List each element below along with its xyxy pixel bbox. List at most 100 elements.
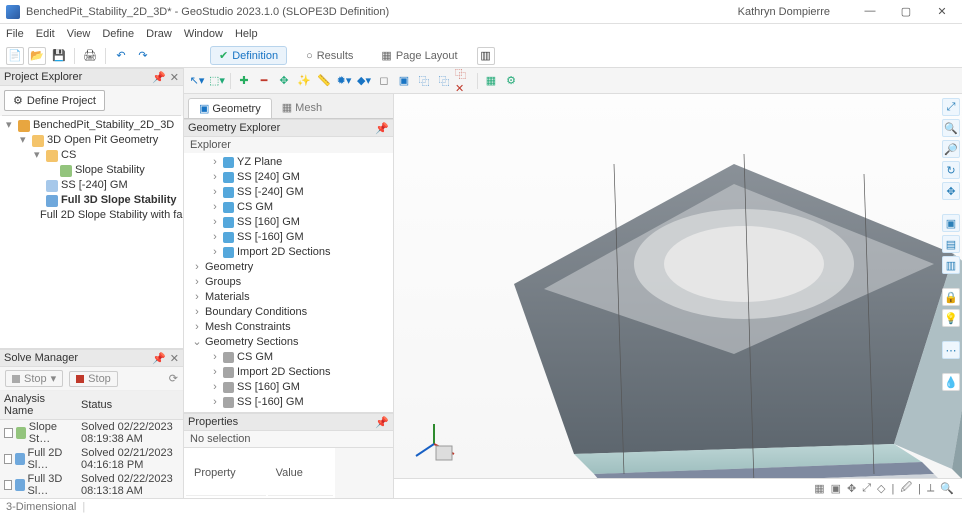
pin-icon[interactable]: 📌 — [152, 71, 166, 84]
pin-icon[interactable]: 📌 — [152, 352, 166, 365]
new-button[interactable]: 📄 — [6, 47, 24, 65]
view-icon[interactable]: ▣ — [942, 214, 960, 232]
sb-icon[interactable]: 🔍 — [940, 482, 954, 495]
explode-icon[interactable]: ✹▾ — [335, 72, 353, 90]
sb-icon[interactable]: ⤢ — [862, 482, 871, 495]
tab-page-layout[interactable]: ▦Page Layout — [372, 46, 466, 65]
geometry-tree-item[interactable]: ›CS GM — [192, 200, 389, 215]
checkbox[interactable] — [4, 480, 12, 490]
menu-view[interactable]: View — [67, 28, 91, 40]
geometry-tree-item[interactable]: ›YZ Plane — [192, 155, 389, 170]
geometry-tree-item[interactable]: ›SS [-160] GM — [192, 395, 389, 410]
grid-icon[interactable]: ▦ — [482, 72, 500, 90]
geometry-tree-item[interactable]: ›Import 2D Sections — [192, 245, 389, 260]
stop-button[interactable]: Stop▾ — [5, 370, 63, 387]
geometry-tree-item[interactable]: ›SS [-160] GM — [192, 230, 389, 245]
sb-icon[interactable]: ✥ — [847, 482, 856, 495]
view-icon[interactable]: ▤ — [942, 235, 960, 253]
print-button[interactable]: 🖨 — [81, 47, 99, 65]
pin-icon[interactable]: 📌 — [375, 122, 389, 135]
geometry-tree-item[interactable]: ›Import 2D Sections — [192, 365, 389, 380]
menu-help[interactable]: Help — [235, 28, 258, 40]
undo-button[interactable]: ↶ — [112, 47, 130, 65]
solve-col-status[interactable]: Status — [77, 391, 183, 420]
menu-edit[interactable]: Edit — [36, 28, 55, 40]
layer-icon[interactable]: ◆▾ — [355, 72, 373, 90]
geometry-tree-item[interactable]: ›SS [-240] GM — [192, 185, 389, 200]
light-icon[interactable]: 💡 — [942, 309, 960, 327]
maximize-button[interactable]: ▢ — [892, 5, 920, 18]
close-panel-icon[interactable]: ✕ — [170, 352, 179, 365]
paste-icon[interactable]: ⿻ — [435, 72, 453, 90]
save-button[interactable]: 💾 — [50, 47, 68, 65]
tab-geometry[interactable]: ▣Geometry — [188, 98, 272, 118]
axis-gizmo[interactable] — [410, 420, 458, 468]
geometry-tree-item[interactable]: ›Materials — [192, 290, 389, 305]
tree-item[interactable]: Slope Stability — [48, 163, 179, 178]
tree-item[interactable]: ▾3D Open Pit Geometry — [20, 133, 179, 148]
geometry-tree-item[interactable]: ›SS [160] GM — [192, 215, 389, 230]
sb-icon[interactable]: ▦ — [814, 482, 824, 495]
geometry-tree-item[interactable]: ⌄Geometry Sections — [192, 335, 389, 350]
plus-icon[interactable]: ✚ — [235, 72, 253, 90]
copy-icon[interactable]: ⿻ — [415, 72, 433, 90]
solve-col-name[interactable]: Analysis Name — [0, 391, 77, 420]
solve-row[interactable]: Slope St…Solved 02/22/2023 08:19:38 AM — [0, 420, 183, 447]
geometry-tree-item[interactable]: ›Geometry — [192, 260, 389, 275]
pan-icon[interactable]: ✥ — [942, 182, 960, 200]
sb-icon[interactable]: ⟂ — [927, 482, 934, 495]
tab-definition[interactable]: ✔Definition — [210, 46, 287, 65]
box-icon[interactable]: ▣ — [395, 72, 413, 90]
menu-file[interactable]: File — [6, 28, 24, 40]
define-project-button[interactable]: ⚙ Define Project — [4, 90, 105, 111]
close-panel-icon[interactable]: ✕ — [170, 71, 179, 84]
solve-row[interactable]: Full 2D Sl…Solved 02/21/2023 04:16:18 PM — [0, 446, 183, 472]
tree-item[interactable]: SS [-240] GM — [34, 178, 179, 193]
tool-icon[interactable]: ⬚▾ — [208, 72, 226, 90]
zoom-out-icon[interactable]: 🔎 — [942, 140, 960, 158]
tree-item[interactable]: Full 2D Slope Stability with fault — [34, 208, 179, 223]
geometry-tree-item[interactable]: ›Groups — [192, 275, 389, 290]
stop-button-red[interactable]: Stop — [69, 371, 118, 387]
open-button[interactable]: 📂 — [28, 47, 46, 65]
sb-icon[interactable]: ◇ — [877, 482, 885, 495]
more-icon[interactable]: ⋯ — [942, 341, 960, 359]
ruler-icon[interactable]: 📏 — [315, 72, 333, 90]
extra-button[interactable]: ▥ — [477, 47, 495, 65]
tree-item[interactable]: ▾CS — [34, 148, 179, 163]
delete-icon[interactable]: ⿻✕ — [455, 72, 473, 90]
tree-item-active[interactable]: Full 3D Slope Stability — [34, 193, 179, 208]
menu-window[interactable]: Window — [184, 28, 223, 40]
drop-icon[interactable]: 💧 — [942, 373, 960, 391]
menu-draw[interactable]: Draw — [146, 28, 172, 40]
solve-row[interactable]: Full 3D Sl…Solved 02/22/2023 08:13:18 AM — [0, 472, 183, 498]
geometry-tree-item[interactable]: ›SS [240] GM — [192, 170, 389, 185]
3d-viewport[interactable]: ⤢ 🔍 🔎 ↻ ✥ ▣ ▤ ▥ 🔒 💡 ⋯ — [394, 94, 962, 478]
sb-icon[interactable]: | — [918, 483, 921, 495]
rotate-icon[interactable]: ↻ — [942, 161, 960, 179]
lock-icon[interactable]: 🔒 — [942, 288, 960, 306]
pin-icon[interactable]: 📌 — [375, 416, 389, 429]
project-tree[interactable]: ▾BenchedPit_Stability_2D_3D ▾3D Open Pit… — [0, 116, 183, 348]
geometry-tree-item[interactable]: ›SS [160] GM — [192, 380, 389, 395]
cube-icon[interactable]: ◻ — [375, 72, 393, 90]
sb-icon[interactable]: ▣ — [831, 482, 841, 495]
sb-icon[interactable]: 🖉 — [900, 479, 912, 498]
checkbox[interactable] — [4, 454, 12, 464]
checkbox[interactable] — [4, 428, 13, 438]
geometry-tree-item[interactable]: ›Boundary Conditions — [192, 305, 389, 320]
wand-icon[interactable]: ✨ — [295, 72, 313, 90]
view-icon[interactable]: ▥ — [942, 256, 960, 274]
close-button[interactable]: ✕ — [928, 5, 956, 18]
menu-define[interactable]: Define — [102, 28, 134, 40]
geometry-tree-item[interactable]: ›CS GM — [192, 350, 389, 365]
redo-button[interactable]: ↷ — [134, 47, 152, 65]
cursor-icon[interactable]: ↖▾ — [188, 72, 206, 90]
gear-icon[interactable]: ⚙ — [502, 72, 520, 90]
refresh-icon[interactable]: ⟳ — [169, 372, 178, 385]
tree-root[interactable]: ▾BenchedPit_Stability_2D_3D — [6, 118, 179, 133]
pan-icon[interactable]: ✥ — [275, 72, 293, 90]
zoom-in-icon[interactable]: 🔍 — [942, 119, 960, 137]
geometry-tree[interactable]: ›YZ Plane›SS [240] GM›SS [-240] GM›CS GM… — [184, 153, 393, 412]
minus-icon[interactable]: ━ — [255, 72, 273, 90]
